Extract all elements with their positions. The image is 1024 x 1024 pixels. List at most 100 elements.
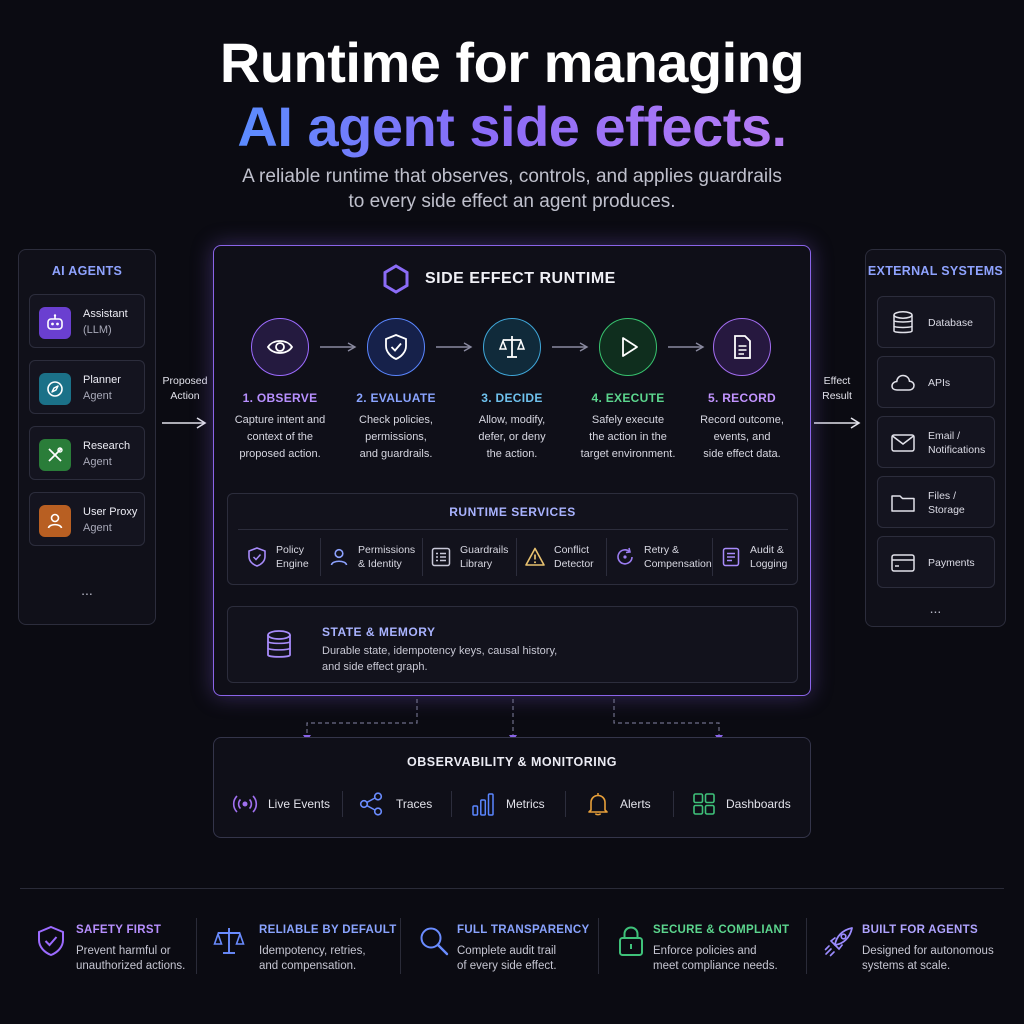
step-arrow [320,342,357,352]
feature-title: SAFETY FIRST [76,924,162,936]
agent-name: Assistant [83,308,128,320]
obs-label: Metrics [506,797,545,811]
obs-dashboards[interactable]: Dashboards [691,789,801,819]
runtime-services-box: RUNTIME SERVICES Policy Engine Permission… [227,493,798,585]
retry-icon [617,547,633,565]
service-separator [606,538,607,576]
scale-icon [213,928,245,954]
obs-label: Alerts [620,797,651,811]
runtime-services-title: RUNTIME SERVICES [449,505,576,519]
agent-name: Research [83,440,131,452]
scale-icon [483,318,541,376]
list-icon [431,547,451,567]
observability-panel: OBSERVABILITY & MONITORING Live Events T… [213,737,811,838]
obs-metrics[interactable]: Metrics [470,789,570,819]
feature-desc: Prevent harmful or unauthorized actions. [76,945,186,972]
feature-reliable-by-default: RELIABLE BY DEFAULT Idempotency, retries… [212,920,396,980]
obs-separator [565,791,566,817]
service-label: Retry & Compensation [644,544,712,570]
robot-icon [39,307,71,339]
service-label: Audit & Logging [750,544,788,570]
step-title-observe: 1. OBSERVE [242,391,318,405]
external-label: Database [928,317,973,329]
bell-icon [588,793,608,816]
hero-title-line1: Runtime for managing [219,31,805,94]
step-title-decide: 3. DECIDE [481,391,543,405]
services-row: Policy Engine Permissions & Identity Guard… [240,538,790,576]
external-apis[interactable]: APIs [877,356,995,408]
broadcast-icon [232,795,258,813]
shield-check-icon [38,925,64,957]
feature-title: RELIABLE BY DEFAULT [259,924,397,936]
obs-traces[interactable]: Traces [358,789,458,819]
feature-built-for-agents: BUILT FOR AGENTS Designed for autonomous… [822,920,1012,980]
feature-safety-first: SAFETY FIRST Prevent harmful or unauthori… [34,920,194,980]
service-guardrails-library[interactable]: Guardrails Library [424,538,516,576]
service-label: Conflict Detector [554,544,594,570]
database-icon [893,311,913,334]
agent-sub: Agent [83,390,112,402]
agent-card-research[interactable]: Research Agent [29,426,145,480]
external-systems-title: EXTERNAL SYSTEMS [867,264,1004,278]
shield-icon [248,547,266,567]
external-payments[interactable]: Payments [877,536,995,588]
observability-row: Live Events Traces Metrics Alerts Dashbo… [214,789,812,819]
service-label: Policy Engine [276,544,309,570]
step-arrow [552,342,589,352]
agent-card-planner[interactable]: Planner Agent [29,360,145,414]
database-icon [267,630,291,658]
external-email-notifications[interactable]: Email / Notifications [877,416,995,468]
feature-desc: Enforce policies and meet compliance need… [653,945,778,972]
magnifier-icon [420,927,449,956]
obs-label: Dashboards [726,797,791,811]
service-policy-engine[interactable]: Policy Engine [240,538,320,576]
bar-chart-icon [472,793,494,816]
rocket-icon [824,927,853,957]
service-audit-logging[interactable]: Audit & Logging [714,538,794,576]
service-permissions-identity[interactable]: Permissions & Identity [322,538,422,576]
warning-icon [525,547,545,566]
obs-live-events[interactable]: Live Events [232,789,352,819]
proposed-action-arrow [162,417,207,429]
shield-check-icon [367,318,425,376]
external-files-storage[interactable]: Files / Storage [877,476,995,528]
compass-icon [39,373,71,405]
step-arrow [668,342,705,352]
obs-separator [673,791,674,817]
agent-card-user-proxy[interactable]: User Proxy Agent [29,492,145,546]
user-icon [39,505,71,537]
agent-name: Planner [83,374,121,386]
eye-icon [251,318,309,376]
feature-separator [400,918,401,974]
service-separator [320,538,321,576]
external-more: ... [929,600,942,616]
state-memory-desc: Durable state, idempotency keys, causal … [322,645,558,673]
feature-title: BUILT FOR AGENTS [862,924,978,936]
hero-title-line2: AI agent side effects. [237,95,787,158]
lock-icon [619,926,643,956]
step-desc-record: Record outcome, events, and side effect da… [700,414,784,460]
service-retry-compensation[interactable]: Retry & Compensation [608,538,712,576]
agent-name: User Proxy [83,506,138,518]
service-label: Guardrails Library [460,544,509,570]
service-conflict-detector[interactable]: Conflict Detector [518,538,604,576]
obs-label: Traces [396,797,433,811]
proposed-action-label: Proposed Action [162,375,208,402]
external-label: Payments [928,557,975,569]
obs-separator [451,791,452,817]
effect-result-label: Effect Result [822,375,852,402]
obs-alerts[interactable]: Alerts [585,789,685,819]
agent-sub: Agent [83,456,112,468]
service-separator [516,538,517,576]
external-label: APIs [928,377,951,389]
agent-card-assistant[interactable]: Assistant (LLM) [29,294,145,348]
external-database[interactable]: Database [877,296,995,348]
step-title-record: 5. RECORD [707,391,777,405]
step-desc-evaluate: Check policies, permissions, and guardrail… [359,414,433,460]
step-title-evaluate: 2. EVALUATE [356,391,436,405]
ai-agents-panel: AI AGENTS Assistant (LLM) Planner Agent … [18,249,156,625]
agent-sub: (LLM) [83,324,112,336]
step-title-execute: 4. EXECUTE [591,391,665,405]
cloud-icon [891,374,915,391]
feature-desc: Idempotency, retries, and compensation. [259,945,366,972]
